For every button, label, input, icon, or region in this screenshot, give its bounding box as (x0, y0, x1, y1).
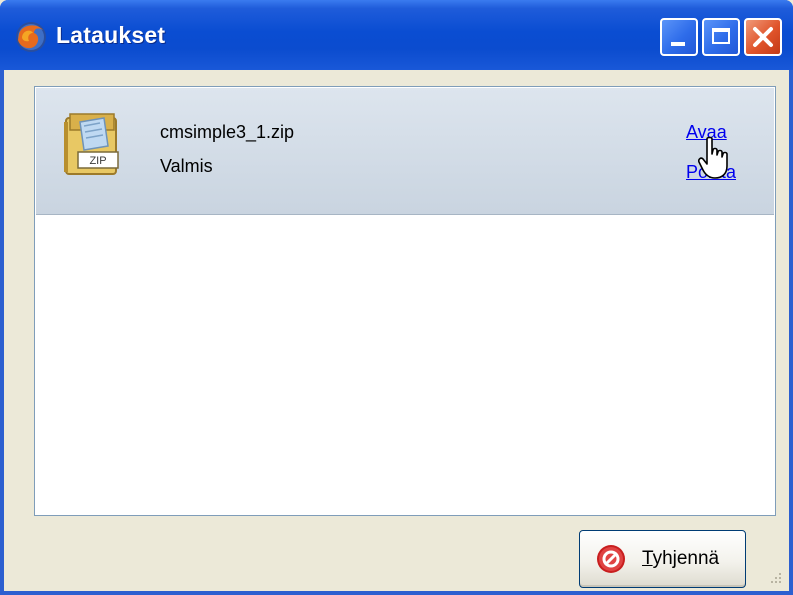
minimize-button[interactable] (660, 18, 698, 56)
minimize-icon (671, 42, 685, 46)
firefox-icon (16, 22, 46, 52)
clear-list-button[interactable]: Tyhjennä (579, 530, 746, 588)
zip-archive-icon: ZIP (64, 113, 119, 175)
title-bar[interactable]: Lataukset (0, 0, 793, 70)
download-item[interactable]: ZIP cmsimple3_1.zip Valmis Avaa Poista (36, 88, 774, 215)
maximize-button[interactable] (702, 18, 740, 56)
clear-icon (597, 545, 625, 573)
resize-grip-icon[interactable] (767, 569, 783, 585)
close-icon (753, 27, 773, 47)
window-title: Lataukset (56, 22, 166, 48)
clear-list-label: Tyhjennä (642, 548, 720, 569)
downloads-list[interactable]: ZIP cmsimple3_1.zip Valmis Avaa Poista (34, 86, 776, 516)
download-filename: cmsimple3_1.zip (160, 122, 295, 142)
close-button[interactable] (744, 18, 782, 56)
maximize-icon (712, 28, 730, 44)
svg-text:ZIP: ZIP (89, 155, 106, 167)
download-status: Valmis (160, 156, 213, 176)
hand-pointer-cursor-icon (698, 136, 728, 179)
downloads-window: Lataukset ZIP cmsimple3_1.zip Valmis Ava… (0, 0, 793, 595)
